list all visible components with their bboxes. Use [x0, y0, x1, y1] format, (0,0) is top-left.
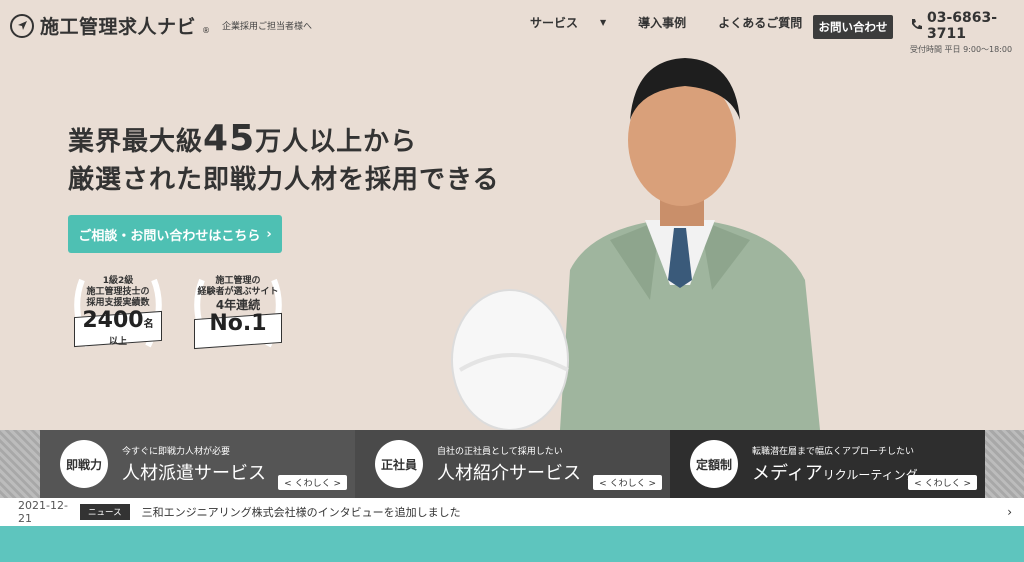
logo-text: 施工管理求人ナビ [40, 16, 197, 38]
service-title: メディアリクルーティング [752, 459, 918, 485]
services-band: 即戦力 今すぐに即戦力人材が必要 人材派遣サービス < くわしく > 正社員 自… [0, 430, 1024, 498]
details-label: くわしく [924, 479, 961, 489]
main-nav: サービス ▼ 導入事例 よくあるご質問 [530, 14, 834, 31]
chevron-right-icon: > [648, 479, 656, 489]
caret-down-icon: ▼ [600, 18, 607, 27]
compass-icon [10, 13, 34, 38]
service-subtitle: 自社の正社員として採用したい [437, 446, 563, 457]
registered-mark: ® [202, 26, 211, 35]
badge-number: No.1 [209, 311, 267, 336]
phone-contact[interactable]: 03-6863-3711 受付時間 平日 9:00〜18:00 [910, 10, 1024, 55]
badge-value: 2400 [82, 308, 144, 333]
service-badge: 即戦力 [60, 440, 108, 488]
chevron-left-icon: < [599, 479, 607, 489]
service-title: 人材紹介サービス [437, 462, 581, 484]
service-title: 人材派遣サービス [122, 462, 266, 484]
nav-item-faq[interactable]: よくあるご質問 [718, 14, 802, 31]
consultation-cta-button[interactable]: ご相談・お問い合わせはこちら › [68, 215, 282, 253]
service-card-placement[interactable]: 正社員 自社の正社員として採用したい 人材紹介サービス < くわしく > [355, 430, 670, 498]
cta-label: ご相談・お問い合わせはこちら [78, 228, 261, 244]
service-title-small: リクルーティング [822, 467, 918, 482]
details-link[interactable]: < くわしく > [908, 475, 977, 490]
service-badge: 定額制 [690, 440, 738, 488]
phone-icon [910, 18, 923, 35]
nav-item-label: サービス [530, 16, 579, 30]
service-badge: 正社員 [375, 440, 423, 488]
service-subtitle: 今すぐに即戦力人材が必要 [122, 446, 231, 457]
badge-line: 1級2級 [102, 276, 134, 286]
nav-item-label: よくあるご質問 [718, 16, 803, 30]
news-tag: ニュース [80, 504, 130, 520]
chevron-left-icon: < [914, 479, 922, 489]
badge-line: 施工管理技士の [86, 287, 150, 297]
contact-button[interactable]: お問い合わせ [813, 15, 893, 39]
badge-line: 経験者が選ぶサイト [197, 287, 279, 297]
chevron-right-icon: > [333, 479, 341, 489]
badge-line: 以上 [108, 337, 127, 347]
details-label: くわしく [609, 479, 646, 489]
service-title-main: メディア [752, 462, 823, 484]
badge-line: 施工管理の [215, 276, 261, 286]
badge-line: 4年連続 [215, 298, 261, 312]
headline-line-2: 厳選された即戦力人材を採用できる [68, 165, 500, 195]
nav-item-services[interactable]: サービス ▼ [530, 14, 606, 31]
details-label: くわしく [294, 479, 331, 489]
chevron-right-icon: > [963, 479, 971, 489]
details-link[interactable]: < くわしく > [593, 475, 662, 490]
chevron-right-icon: › [266, 226, 272, 242]
worker-photo [451, 58, 820, 430]
footer-band [0, 526, 1024, 562]
badge-number: 2400名 [68, 309, 168, 337]
news-text: 三和エンジニアリング株式会社様のインタビューを追加しました [141, 506, 461, 519]
hero-headline: 業界最大級45万人以上から 厳選された即戦力人材を採用できる [68, 120, 499, 199]
details-link[interactable]: < くわしく > [278, 475, 347, 490]
headline-part: 万人以上から [255, 127, 418, 157]
logo[interactable]: 施工管理求人ナビ ® 企業採用ご担当者様へ [10, 12, 312, 39]
phone-number: 03-6863-3711 [927, 10, 998, 42]
news-ticker[interactable]: 2021-12-21 ニュース 三和エンジニアリング株式会社様のインタビューを追… [0, 498, 1024, 526]
award-badge-no1: 施工管理の 経験者が選ぶサイト 4年連続 No.1 [188, 270, 288, 356]
chevron-left-icon: < [284, 479, 292, 489]
nav-item-label: 導入事例 [638, 16, 687, 30]
phone-hours: 受付時間 平日 9:00〜18:00 [910, 45, 1013, 54]
chevron-right-icon[interactable]: › [1007, 505, 1012, 519]
service-card-staffing[interactable]: 即戦力 今すぐに即戦力人材が必要 人材派遣サービス < くわしく > [40, 430, 355, 498]
service-card-media[interactable]: 定額制 転職潜在層まで幅広くアプローチしたい メディアリクルーティング < くわ… [670, 430, 985, 498]
news-date: 2021-12-21 [18, 499, 68, 525]
award-badge-track-record: 1級2級 施工管理技士の 採用支援実績数 2400名 以上 [68, 270, 168, 356]
badge-suffix: 名 [143, 319, 154, 330]
headline-number: 45 [203, 118, 256, 159]
nav-item-case-studies[interactable]: 導入事例 [638, 14, 686, 31]
logo-subtitle: 企業採用ご担当者様へ [222, 22, 313, 32]
service-subtitle: 転職潜在層まで幅広くアプローチしたい [752, 446, 915, 457]
headline-part: 業界最大級 [68, 127, 204, 157]
